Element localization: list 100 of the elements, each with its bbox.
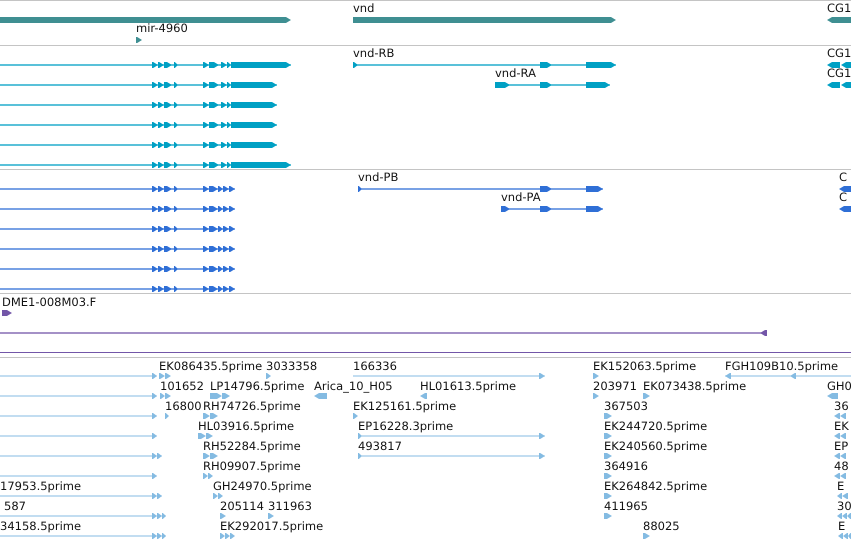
est-glyph[interactable] bbox=[0, 453, 162, 459]
feature-label: 101652 bbox=[160, 379, 204, 393]
transcript-glyph[interactable] bbox=[353, 62, 616, 68]
est-glyph[interactable] bbox=[725, 373, 851, 379]
transcript-glyph[interactable] bbox=[827, 62, 851, 68]
est-glyph[interactable] bbox=[213, 493, 223, 499]
cds-glyph[interactable] bbox=[0, 226, 235, 232]
est-glyph[interactable] bbox=[837, 513, 851, 519]
feature-label: EK152063.5prime bbox=[593, 359, 696, 373]
feature-label: 166336 bbox=[353, 359, 397, 373]
transcript-glyph[interactable] bbox=[0, 102, 277, 108]
feature-label: EK244720.5prime bbox=[604, 419, 708, 433]
est-glyph[interactable] bbox=[837, 493, 848, 499]
est-glyph[interactable] bbox=[0, 493, 162, 499]
feature-label: LP14796.5prime bbox=[210, 379, 304, 393]
transcript-glyph[interactable] bbox=[0, 82, 277, 88]
est-glyph[interactable] bbox=[220, 533, 235, 539]
est-glyph[interactable] bbox=[353, 413, 358, 419]
feature-label: 587 bbox=[4, 499, 26, 513]
est-glyph[interactable] bbox=[0, 373, 157, 379]
feature-label: CG1 bbox=[827, 46, 851, 60]
cds-glyph[interactable] bbox=[839, 186, 851, 192]
gene-glyph[interactable] bbox=[136, 37, 142, 43]
est-glyph[interactable] bbox=[604, 493, 612, 499]
est-glyph[interactable] bbox=[643, 533, 650, 539]
est-glyph[interactable] bbox=[210, 393, 230, 399]
est-glyph[interactable] bbox=[593, 393, 599, 399]
feature-label: EK240560.5prime bbox=[604, 439, 708, 453]
feature-label: CG1 bbox=[827, 1, 851, 15]
feature-label: GH0 bbox=[827, 379, 851, 393]
transcript-glyph[interactable] bbox=[0, 162, 291, 168]
est-glyph[interactable] bbox=[0, 473, 157, 479]
feature-label: HL03916.5prime bbox=[198, 419, 294, 433]
transcript-glyph[interactable] bbox=[0, 142, 277, 148]
feature-label: 205114 bbox=[220, 499, 264, 513]
est-glyph[interactable] bbox=[834, 433, 846, 439]
feature-label: vnd-RA bbox=[495, 66, 536, 80]
cds-glyph[interactable] bbox=[0, 186, 235, 192]
est-glyph[interactable] bbox=[160, 393, 171, 399]
est-glyph[interactable] bbox=[604, 413, 612, 419]
cds-glyph[interactable] bbox=[839, 206, 851, 212]
est-glyph[interactable] bbox=[0, 393, 157, 399]
est-glyph[interactable] bbox=[220, 513, 226, 519]
est-glyph[interactable] bbox=[420, 393, 427, 399]
feature-label: EK073438.5prime bbox=[643, 379, 746, 393]
feature-label: vnd-RB bbox=[353, 46, 394, 60]
feature-label: EP16228.3prime bbox=[358, 419, 454, 433]
cds-glyph[interactable] bbox=[358, 186, 603, 192]
est-glyph[interactable] bbox=[159, 373, 171, 379]
transcript-glyph[interactable] bbox=[495, 82, 610, 88]
est-glyph[interactable] bbox=[0, 513, 166, 519]
est-glyph[interactable] bbox=[643, 393, 650, 399]
est-glyph[interactable] bbox=[358, 453, 545, 459]
est-glyph[interactable] bbox=[604, 513, 612, 519]
est-glyph[interactable] bbox=[353, 373, 545, 379]
transcript-glyph[interactable] bbox=[827, 82, 851, 88]
feature-label: GH24970.5prime bbox=[213, 479, 312, 493]
feature-label: HL01613.5prime bbox=[420, 379, 516, 393]
est-glyph[interactable] bbox=[165, 413, 169, 419]
cds-glyph[interactable] bbox=[0, 206, 235, 212]
feature-label: 493817 bbox=[358, 439, 402, 453]
est-glyph[interactable] bbox=[268, 513, 274, 519]
feature-label: RH09907.5prime bbox=[203, 459, 301, 473]
est-glyph[interactable] bbox=[314, 393, 327, 399]
est-glyph[interactable] bbox=[266, 373, 271, 379]
est-glyph[interactable] bbox=[827, 393, 838, 399]
feature-label: EK264842.5prime bbox=[604, 479, 708, 493]
feature-label: vnd-PA bbox=[501, 190, 541, 204]
est-glyph[interactable] bbox=[358, 433, 545, 439]
gene-glyph[interactable] bbox=[827, 17, 851, 23]
feature-label: 411965 bbox=[604, 499, 648, 513]
est-glyph[interactable] bbox=[203, 453, 218, 459]
cds-glyph[interactable] bbox=[0, 266, 235, 272]
cds-glyph[interactable] bbox=[0, 286, 235, 292]
est-glyph[interactable] bbox=[593, 373, 599, 379]
est-glyph[interactable] bbox=[0, 533, 166, 539]
feature-label: EK292017.5prime bbox=[220, 519, 324, 533]
est-glyph[interactable] bbox=[198, 433, 213, 439]
est-glyph[interactable] bbox=[604, 433, 612, 439]
est-glyph[interactable] bbox=[604, 473, 612, 479]
clone-glyph[interactable] bbox=[0, 330, 767, 336]
est-glyph[interactable] bbox=[838, 533, 851, 539]
feature-label: C bbox=[839, 190, 848, 204]
est-glyph[interactable] bbox=[834, 453, 846, 459]
transcript-glyph[interactable] bbox=[0, 122, 277, 128]
est-glyph[interactable] bbox=[203, 473, 213, 479]
feature-label: 88025 bbox=[643, 519, 680, 533]
cds-glyph[interactable] bbox=[0, 246, 235, 252]
est-glyph[interactable] bbox=[0, 433, 157, 439]
est-glyph[interactable] bbox=[834, 473, 846, 479]
feature-label: FGH109B10.5prime bbox=[725, 359, 838, 373]
feature-label: 364916 bbox=[604, 459, 648, 473]
est-glyph[interactable] bbox=[604, 453, 612, 459]
transcript-glyph[interactable] bbox=[0, 62, 291, 68]
est-glyph[interactable] bbox=[0, 413, 157, 419]
est-glyph[interactable] bbox=[203, 413, 218, 419]
est-glyph[interactable] bbox=[834, 413, 846, 419]
clone-glyph[interactable] bbox=[2, 310, 12, 316]
cds-glyph[interactable] bbox=[501, 206, 603, 212]
feature-label: EK086435.5prime bbox=[159, 359, 262, 373]
